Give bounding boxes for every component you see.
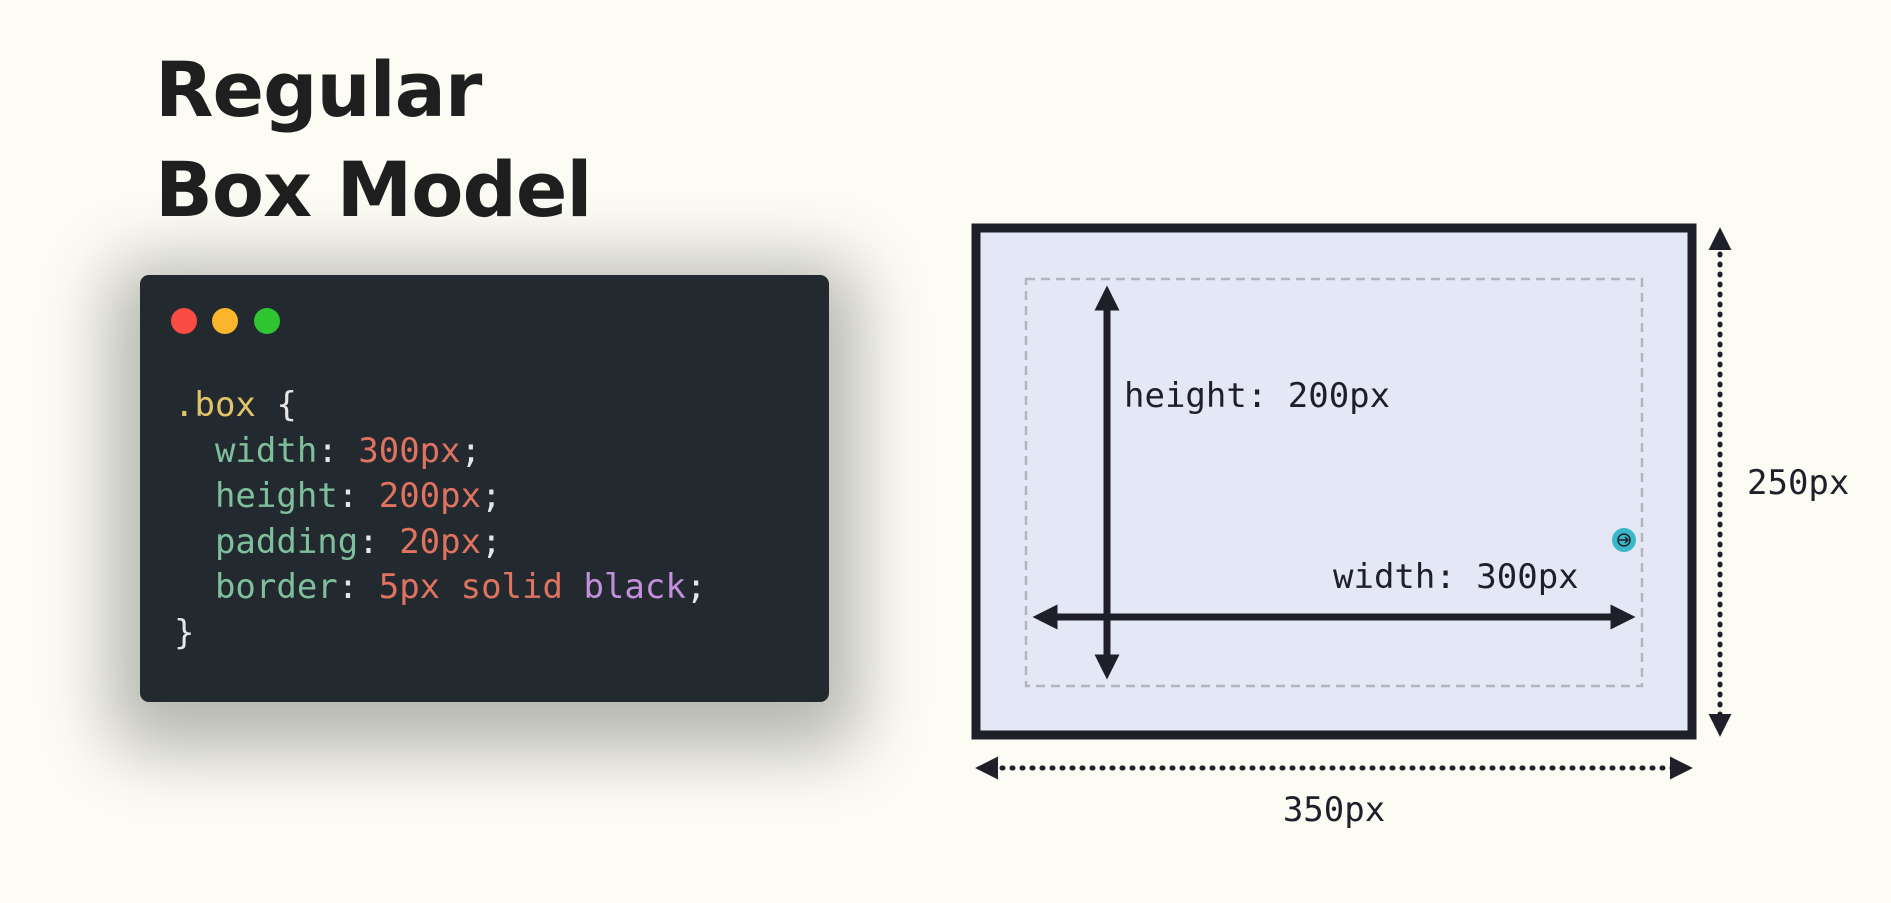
- box-border: [971, 223, 1697, 740]
- outer-width-label: 350px: [1283, 790, 1385, 830]
- cursor-icon: [1612, 528, 1636, 552]
- width-label: width: 300px: [1333, 557, 1579, 597]
- box-model-diagram: height: 200px width: 300px 250px 350px: [971, 223, 1849, 830]
- outer-height-label: 250px: [1747, 463, 1849, 503]
- height-label: height: 200px: [1124, 376, 1390, 416]
